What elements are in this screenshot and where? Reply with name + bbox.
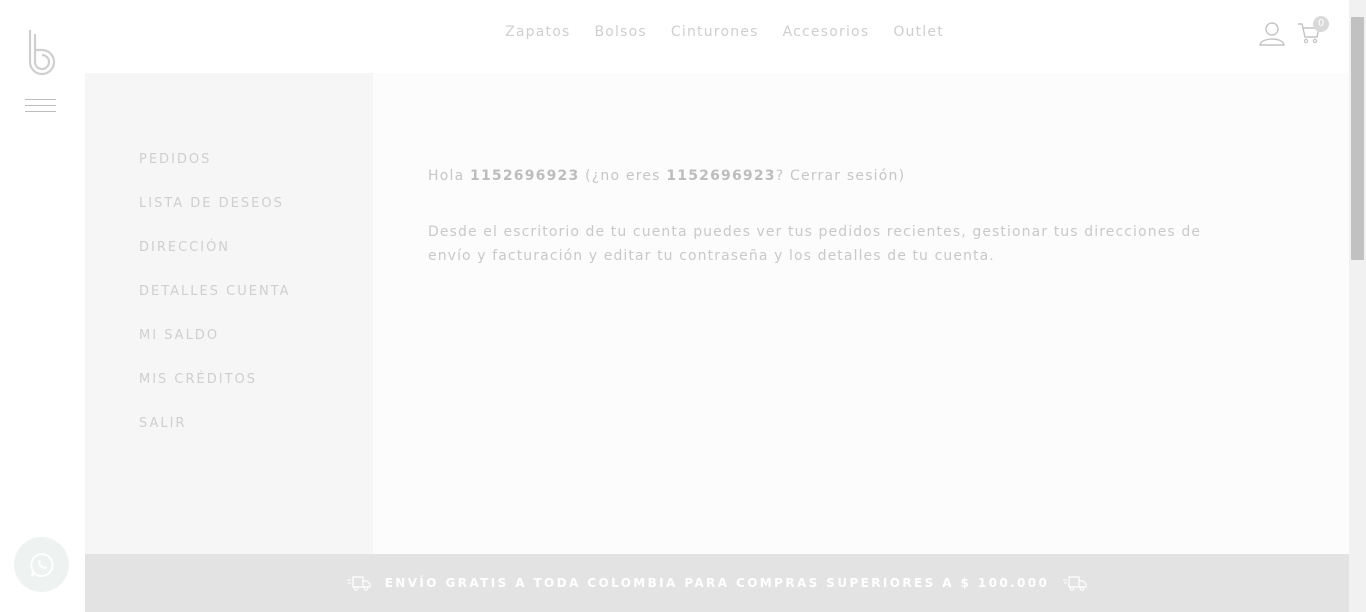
greeting-username: 1152696923: [470, 168, 580, 184]
greeting-hello: Hola: [428, 168, 465, 184]
whatsapp-chat-button[interactable]: [14, 537, 69, 592]
greeting-not-you: (¿no eres: [585, 168, 661, 184]
greeting-username-repeat: 1152696923: [666, 168, 776, 184]
user-icon[interactable]: [1258, 20, 1286, 46]
truck-icon: [346, 576, 371, 591]
menu-item-cinturones[interactable]: Cinturones: [671, 24, 759, 40]
logout-link[interactable]: Cerrar sesión: [790, 168, 899, 184]
truck-icon: [1063, 576, 1087, 591]
sidebar-item-salir[interactable]: SALIR: [139, 416, 187, 431]
sidebar-item-pedidos[interactable]: PEDIDOS: [139, 152, 211, 167]
account-sidebar: PEDIDOS LISTA DE DESEOS DIRECCIÓN DETALL…: [85, 73, 373, 554]
sidebar-item-mis-creditos[interactable]: MIS CRÉDITOS: [139, 372, 257, 387]
hamburger-menu-icon[interactable]: [25, 99, 56, 113]
menu-item-outlet[interactable]: Outlet: [893, 24, 944, 40]
whatsapp-icon: [29, 552, 54, 577]
greeting-close-paren: ): [898, 168, 906, 184]
account-dashboard: Hola 1152696923 (¿no eres 1152696923? Ce…: [373, 73, 1349, 554]
banner-text: ENVÍO GRATIS A TODA COLOMBIA PARA COMPRA…: [384, 576, 1050, 590]
scrollbar-thumb[interactable]: [1351, 17, 1364, 260]
brand-logo[interactable]: [26, 28, 58, 76]
sidebar-item-mi-saldo[interactable]: MI SALDO: [139, 328, 219, 343]
sidebar-item-lista-deseos[interactable]: LISTA DE DESEOS: [139, 196, 284, 211]
greeting-question-mark: ?: [775, 168, 785, 184]
sidebar-item-detalles-cuenta[interactable]: DETALLES CUENTA: [139, 284, 291, 299]
sidebar-item-direccion[interactable]: DIRECCIÓN: [139, 240, 230, 255]
left-rail: [0, 0, 85, 612]
menu-item-zapatos[interactable]: Zapatos: [505, 24, 570, 40]
menu-item-accesorios[interactable]: Accesorios: [783, 24, 870, 40]
dashboard-description: Desde el escritorio de tu cuenta puedes …: [428, 224, 1202, 264]
page-scrollbar[interactable]: [1349, 0, 1366, 612]
main-menu: Zapatos Bolsos Cinturones Accesorios Out…: [85, 24, 1349, 40]
greeting-line: Hola 1152696923 (¿no eres 1152696923? Ce…: [428, 168, 905, 184]
top-navigation: Zapatos Bolsos Cinturones Accesorios Out…: [85, 0, 1349, 73]
cart-count-badge: 0: [1313, 16, 1329, 32]
menu-item-bolsos[interactable]: Bolsos: [594, 24, 646, 40]
free-shipping-banner: ENVÍO GRATIS A TODA COLOMBIA PARA COMPRA…: [85, 554, 1349, 612]
